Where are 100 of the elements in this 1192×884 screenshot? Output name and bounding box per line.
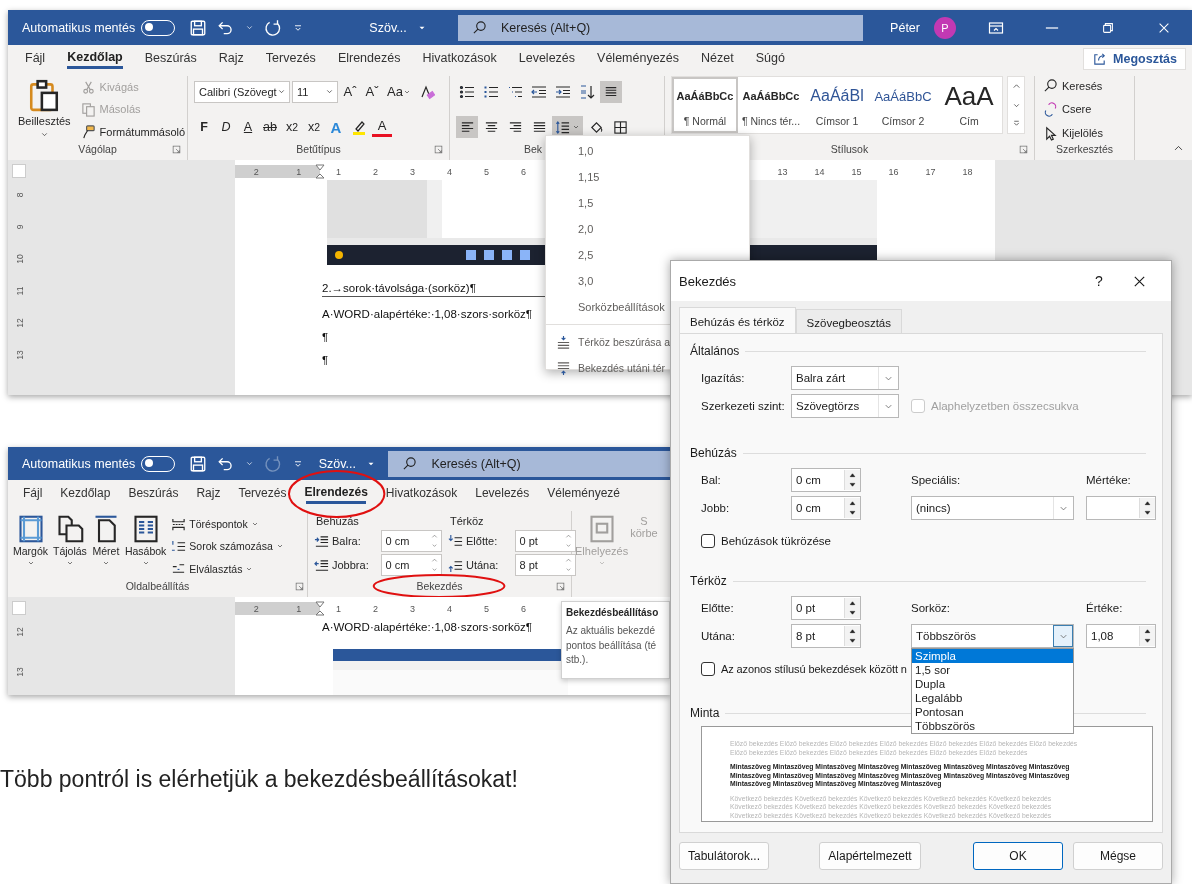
font-name-field[interactable]: Calibri (Szövegt xyxy=(194,80,290,103)
show-marks-button[interactable] xyxy=(600,80,622,103)
spin-field[interactable]: 8 pt xyxy=(514,554,576,576)
ribbon-display-icon xyxy=(988,19,1004,36)
dropdown-option[interactable]: Pontosan xyxy=(912,705,1073,719)
dropdown-option[interactable]: Többszörös xyxy=(912,719,1073,733)
group-label: Szerkesztés xyxy=(1055,143,1114,155)
space-before-field[interactable]: 0 pt xyxy=(791,596,861,620)
clipboard-button[interactable]: Formátummásoló xyxy=(78,123,188,141)
style-item[interactable]: AaA Cím xyxy=(936,77,1002,133)
dialog-tab[interactable]: Szövegbeosztás xyxy=(795,309,902,335)
ribbon-tab[interactable]: Véleményezés xyxy=(586,47,691,70)
chevron-up-icon xyxy=(1011,81,1021,91)
dropdown-option[interactable]: Dupla xyxy=(912,677,1073,691)
ribbon-tab[interactable]: Beszúrás xyxy=(119,482,188,505)
dropdown-option[interactable]: 1,5 sor xyxy=(912,663,1073,677)
document-name-button[interactable]: Szöv... xyxy=(306,456,389,471)
indent-marker-icon[interactable] xyxy=(315,600,325,617)
ribbon-tab[interactable]: Elrendezés xyxy=(326,47,412,70)
dialog-button[interactable]: OK xyxy=(973,842,1063,870)
field-label: Speciális: xyxy=(911,474,962,486)
menu-item[interactable]: 1,5 xyxy=(546,190,749,216)
ribbon-tab[interactable]: Rajz xyxy=(207,47,255,70)
user-avatar[interactable]: P xyxy=(934,16,956,39)
help-button[interactable]: ? xyxy=(1079,273,1119,289)
dialog-launcher-icon xyxy=(172,145,181,154)
right-indent-field[interactable]: 0 cm xyxy=(791,496,861,520)
ribbon-tab[interactable]: Véleményezé xyxy=(538,482,629,505)
line-spacing-dropdown[interactable]: Többszörös xyxy=(911,624,1074,648)
dialog-button[interactable]: Alapértelmezett xyxy=(819,842,921,870)
ribbon-tab[interactable]: Súgó xyxy=(744,47,796,70)
align-button[interactable] xyxy=(456,116,478,139)
indent-by-field[interactable] xyxy=(1086,496,1156,520)
editing-button[interactable]: Keresés xyxy=(1041,77,1128,95)
format-button[interactable]: ab xyxy=(260,116,280,139)
page-setup-button[interactable]: Töréspontok xyxy=(169,515,286,533)
change-case-button[interactable]: Aa xyxy=(384,80,414,103)
spin-field[interactable]: 0 cm xyxy=(380,554,442,576)
style-item[interactable]: AaÁáBbCc ¶ Normál xyxy=(672,77,738,133)
menu-item[interactable]: 2,0 xyxy=(546,216,749,242)
spin-field[interactable]: 0 pt xyxy=(514,530,576,552)
search-field[interactable]: Keresés (Alt+Q) xyxy=(388,450,670,477)
page-setup-button[interactable]: Sorok számozása xyxy=(169,538,286,555)
left-indent-field[interactable]: 0 cm xyxy=(791,468,861,492)
style-item[interactable]: AaÁáBbC Címsor 2 xyxy=(870,77,936,133)
format-button[interactable]: F xyxy=(194,116,214,139)
ribbon-tab[interactable]: Hivatkozások xyxy=(411,47,508,70)
ribbon-tab[interactable]: Fájl xyxy=(14,482,52,505)
ribbon-tab[interactable]: Fájl xyxy=(14,47,57,70)
pages-icon xyxy=(55,515,84,543)
format-button[interactable]: D xyxy=(216,116,236,139)
margins-icon xyxy=(16,515,45,543)
share-button[interactable]: Megosztás xyxy=(1083,47,1186,70)
dialog-button[interactable]: Tabulátorok... xyxy=(679,842,769,870)
spin-field[interactable]: 0 cm xyxy=(380,530,442,552)
dialog-button[interactable]: Mégse xyxy=(1073,842,1163,870)
chevron-down-icon xyxy=(565,566,572,573)
menu-item[interactable]: 1,15 xyxy=(546,164,749,190)
format-button[interactable]: A xyxy=(238,116,258,139)
outline-level-dropdown[interactable]: Szövegtörzs xyxy=(791,394,899,418)
style-item[interactable]: AaÁáBl Címsor 1 xyxy=(804,77,870,133)
alignment-dropdown[interactable]: Balra zárt xyxy=(791,366,899,390)
space-after-field[interactable]: 8 pt xyxy=(791,624,861,648)
search-field[interactable]: Keresés (Alt+Q) xyxy=(458,14,863,41)
menu-item[interactable]: 1,0 xyxy=(546,138,749,164)
chevron-up-icon xyxy=(565,533,572,540)
ribbon-tab[interactable]: Levelezés xyxy=(466,482,539,505)
page-setup-button[interactable]: Hasábok xyxy=(122,513,169,580)
document-text: ¶ xyxy=(322,331,330,343)
ribbon-tab[interactable]: Nézet xyxy=(690,47,745,70)
page-setup-button[interactable]: Méret xyxy=(89,513,122,580)
down-arrow-icon xyxy=(1143,508,1152,517)
font-color-button[interactable]: A xyxy=(372,117,392,138)
page-setup-button[interactable]: Margók xyxy=(11,513,50,580)
editing-button[interactable]: Csere xyxy=(1041,101,1128,118)
spacing-value-field[interactable]: 1,08 xyxy=(1086,624,1156,648)
style-item[interactable]: AaÁáBbCc ¶ Nincs tér... xyxy=(738,77,804,133)
font-size-field[interactable]: 11 xyxy=(292,80,338,103)
document-name-button[interactable]: Szöv... xyxy=(338,20,458,35)
dropdown-option[interactable]: Legalább xyxy=(912,691,1073,705)
mirror-indents-checkbox[interactable]: Behúzások tükrözése xyxy=(701,532,1146,550)
ribbon-tab[interactable]: Levelezés xyxy=(507,47,587,70)
ribbon-tab[interactable]: Tervezés xyxy=(254,47,327,70)
page-setup-button[interactable]: Elválasztás xyxy=(169,560,286,578)
editing-button[interactable]: Kijelölés xyxy=(1041,124,1128,142)
ribbon-tab[interactable]: Hivatkozások xyxy=(376,482,467,505)
page-setup-button[interactable]: Tájolás xyxy=(51,513,89,580)
ribbon-tab[interactable]: Beszúrás xyxy=(133,47,208,70)
ribbon-tab[interactable]: Rajz xyxy=(187,482,230,505)
ribbon-tab[interactable]: Kezdőlap xyxy=(51,482,120,505)
menu-item[interactable]: 2,5 xyxy=(546,242,749,268)
dropdown-option[interactable]: Szimpla xyxy=(912,649,1073,663)
paste-button[interactable]: Beillesztés xyxy=(14,76,75,143)
group-label: Stílusok xyxy=(830,143,869,155)
indent-marker-icon[interactable] xyxy=(315,163,325,180)
special-indent-dropdown[interactable]: (nincs) xyxy=(911,496,1074,520)
font-size-step-button[interactable]: Aˆ xyxy=(340,80,360,103)
ribbon-tab[interactable]: Tervezés xyxy=(229,482,296,505)
dialog-tab[interactable]: Behúzás és térköz xyxy=(679,307,796,335)
font-size-step-button[interactable]: Aˇ xyxy=(362,80,382,103)
